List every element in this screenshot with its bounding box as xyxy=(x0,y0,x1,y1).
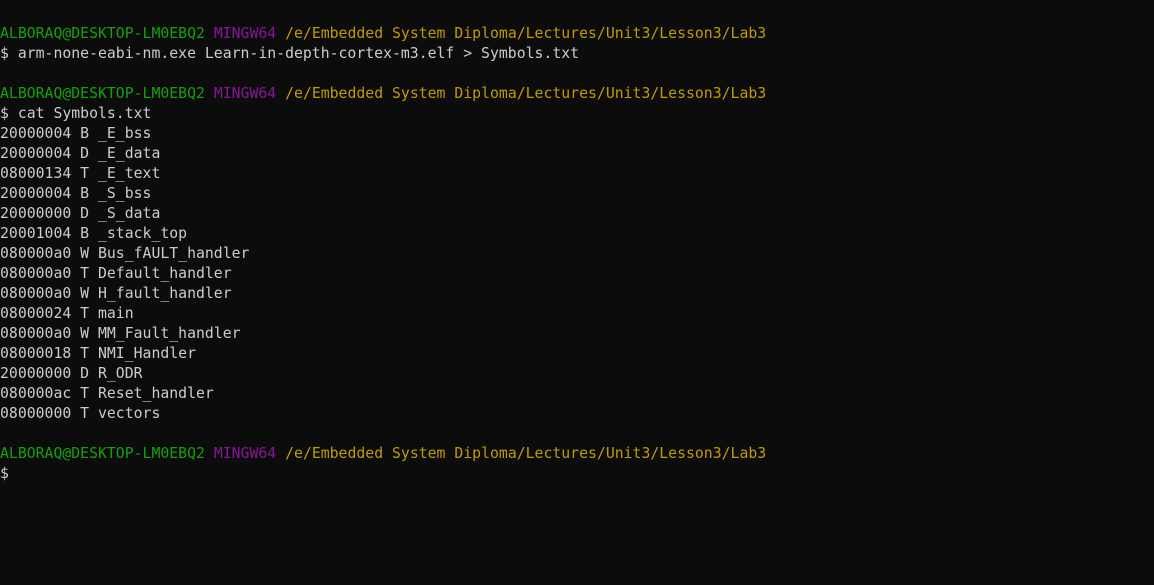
command-line: $ cat Symbols.txt xyxy=(0,105,152,122)
prompt-system: MINGW64 xyxy=(213,25,277,42)
prompt-path: /e/Embedded System Diploma/Lectures/Unit… xyxy=(285,445,767,462)
prompt-system: MINGW64 xyxy=(213,85,277,102)
symbol-row: 08000018 T NMI_Handler xyxy=(0,345,196,362)
symbol-row: 20000000 D _S_data xyxy=(0,205,161,222)
symbol-row: 080000a0 T Default_handler xyxy=(0,265,232,282)
symbol-row: 080000a0 W MM_Fault_handler xyxy=(0,325,241,342)
command-line: $ arm-none-eabi-nm.exe Learn-in-depth-co… xyxy=(0,45,580,62)
symbol-row: 080000a0 W Bus_fAULT_handler xyxy=(0,245,250,262)
symbol-row: 20000004 D _E_data xyxy=(0,145,161,162)
symbol-row: 08000000 T vectors xyxy=(0,405,161,422)
prompt-system: MINGW64 xyxy=(213,445,277,462)
terminal-window[interactable]: ALBORAQ@DESKTOP-LM0EBQ2 MINGW64 /e/Embed… xyxy=(0,0,1154,585)
symbol-row: 080000a0 W H_fault_handler xyxy=(0,285,232,302)
prompt-path: /e/Embedded System Diploma/Lectures/Unit… xyxy=(285,85,767,102)
symbol-row: 20000000 D R_ODR xyxy=(0,365,143,382)
symbol-row: 08000134 T _E_text xyxy=(0,165,161,182)
prompt-line: ALBORAQ@DESKTOP-LM0EBQ2 MINGW64 /e/Embed… xyxy=(0,444,1154,464)
symbol-row: 20000004 B _S_bss xyxy=(0,185,152,202)
prompt-user-host: ALBORAQ@DESKTOP-LM0EBQ2 xyxy=(0,25,205,42)
command-input-line[interactable]: $ xyxy=(0,464,1154,484)
symbol-row: 20000004 B _E_bss xyxy=(0,125,152,142)
prompt-line: ALBORAQ@DESKTOP-LM0EBQ2 MINGW64 /e/Embed… xyxy=(0,24,1154,44)
prompt-user-host: ALBORAQ@DESKTOP-LM0EBQ2 xyxy=(0,85,205,102)
symbol-row: 080000ac T Reset_handler xyxy=(0,385,214,402)
prompt-path: /e/Embedded System Diploma/Lectures/Unit… xyxy=(285,25,767,42)
prompt-user-host: ALBORAQ@DESKTOP-LM0EBQ2 xyxy=(0,445,205,462)
symbol-row: 20001004 B _stack_top xyxy=(0,225,188,242)
symbol-row: 08000024 T main xyxy=(0,305,134,322)
prompt-line: ALBORAQ@DESKTOP-LM0EBQ2 MINGW64 /e/Embed… xyxy=(0,84,1154,104)
